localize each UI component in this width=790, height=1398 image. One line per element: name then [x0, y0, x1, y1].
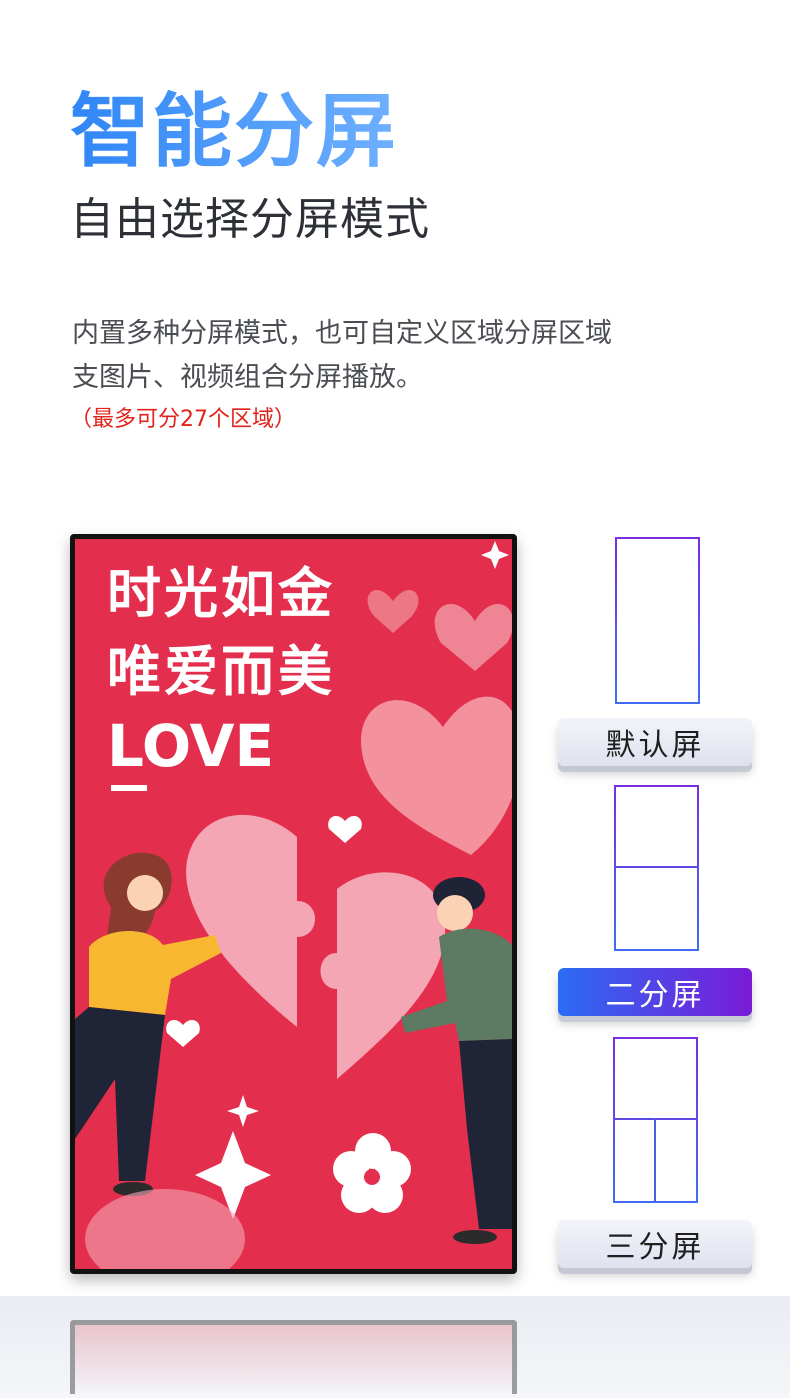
blurred-heart-icon	[434, 604, 512, 671]
boy-face	[437, 895, 473, 931]
page-title: 智能分屏	[70, 85, 398, 178]
poster-underline	[111, 785, 147, 791]
boy-shoe	[453, 1230, 497, 1244]
default-screen-button[interactable]: 默认屏	[558, 718, 752, 766]
sparkle-icon	[481, 541, 509, 569]
page-subtitle: 自由选择分屏模式	[70, 194, 430, 245]
girl-sweater	[89, 930, 221, 1015]
boy-pants	[459, 1039, 512, 1229]
blurred-blob	[85, 1189, 245, 1269]
left-heart-half	[186, 814, 315, 1027]
flower-icon	[333, 1133, 411, 1213]
feature-description: 内置多种分屏模式，也可自定义区域分屏区域 支图片、视频组合分屏播放。	[72, 312, 712, 400]
two-split-button[interactable]: 二分屏	[558, 968, 752, 1016]
right-heart-half	[320, 872, 446, 1079]
poster-screen: 时光如金 唯爱而美 LOVE	[70, 534, 517, 1274]
three-split-diagram	[613, 1037, 698, 1203]
girl-face	[127, 875, 163, 911]
poster-reflection	[70, 1320, 517, 1394]
poster-text-love: LOVE	[107, 712, 275, 780]
split-divider	[616, 866, 697, 869]
large-heart-icon	[361, 696, 512, 855]
small-heart-icon	[166, 1019, 200, 1047]
poster-text-line-1: 时光如金	[107, 562, 335, 625]
girl-pants	[75, 1007, 165, 1181]
three-split-button[interactable]: 三分屏	[558, 1220, 752, 1268]
sparkle-icon	[227, 1095, 259, 1127]
two-split-diagram	[614, 785, 699, 951]
description-line-2: 支图片、视频组合分屏播放。	[72, 362, 423, 393]
poster-text-line-2: 唯爱而美	[107, 640, 335, 703]
default-screen-diagram	[615, 537, 700, 704]
small-heart-icon	[328, 815, 362, 843]
region-limit-note: （最多可分27个区域）	[70, 407, 296, 432]
blurred-heart-icon	[367, 590, 419, 633]
split-divider-vertical	[653, 1118, 656, 1201]
description-line-1: 内置多种分屏模式，也可自定义区域分屏区域	[72, 318, 612, 349]
